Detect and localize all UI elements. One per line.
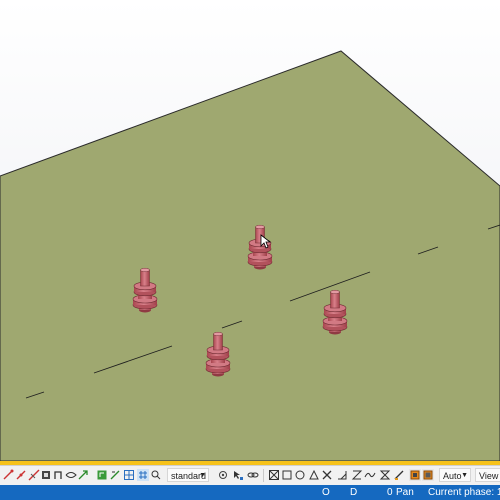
snap-tangent-icon[interactable] [364, 469, 376, 481]
status-pan-count: 0 [387, 487, 393, 498]
bottom-toolbar: standard ▼ Auto ▼ View [0, 465, 500, 485]
status-d-flag: D [350, 487, 358, 498]
snap-depth-icon[interactable] [409, 469, 421, 481]
status-bar: O D 0 Pan Current phase: 1 [0, 485, 500, 500]
select-assembly-icon[interactable] [65, 469, 77, 481]
snap-extension-icon[interactable] [336, 469, 348, 481]
status-o-flag: O [322, 487, 330, 498]
select-component-icon[interactable] [77, 469, 89, 481]
snap-settings-icon[interactable] [217, 469, 229, 481]
select-objects-icon[interactable] [150, 469, 162, 481]
snap-free-icon[interactable] [351, 469, 363, 481]
snap-depth-plane-icon[interactable] [422, 469, 434, 481]
view-plane-label: View p [479, 471, 500, 481]
chevron-down-icon: ▼ [461, 472, 468, 479]
smart-select-icon[interactable] [232, 469, 244, 481]
auto-value: Auto [443, 471, 462, 481]
snap-line-icon[interactable] [28, 469, 40, 481]
select-bolts-icon[interactable] [123, 469, 135, 481]
snap-intersection-icon[interactable] [308, 469, 320, 481]
auto-dropdown[interactable]: Auto ▼ [439, 468, 471, 482]
snap-nearest-icon[interactable] [393, 469, 405, 481]
display-model-icon[interactable] [40, 469, 52, 481]
snap-endpoint-icon[interactable] [2, 469, 14, 481]
snap-override-icon[interactable] [379, 469, 391, 481]
view-filter-dropdown[interactable]: standard ▼ [167, 468, 209, 482]
chevron-down-icon: ▼ [199, 472, 206, 479]
model-view-3d[interactable] [0, 0, 500, 461]
view-plane-dropdown[interactable]: View p [475, 468, 500, 482]
snap-geometry-icon[interactable] [281, 469, 293, 481]
select-welds-icon[interactable] [137, 469, 149, 481]
select-part-icon[interactable] [52, 469, 64, 481]
snap-reference-lines-icon[interactable] [268, 469, 280, 481]
select-filter-icon[interactable] [96, 469, 108, 481]
link-icon[interactable] [247, 469, 259, 481]
snap-center-icon[interactable] [294, 469, 306, 481]
status-pan-label: Pan [396, 487, 414, 498]
toolbar-separator [263, 469, 264, 482]
model-scene[interactable] [0, 0, 500, 461]
status-current-phase: Current phase: 1 [428, 487, 500, 498]
snap-midpoint-icon[interactable] [15, 469, 27, 481]
snap-perpendicular-icon[interactable] [321, 469, 333, 481]
select-grid-icon[interactable] [109, 469, 121, 481]
